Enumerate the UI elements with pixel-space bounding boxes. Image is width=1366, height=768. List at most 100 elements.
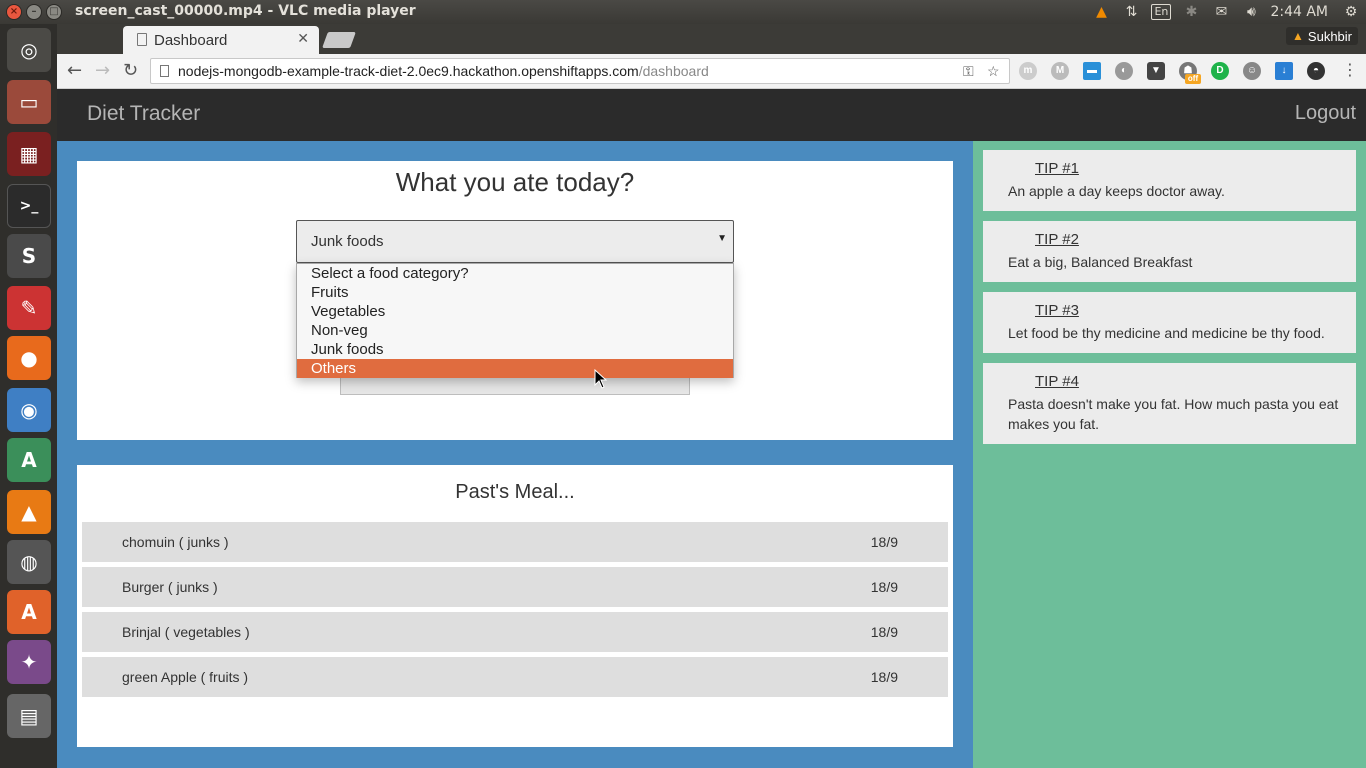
extension-green-icon[interactable]: D: [1211, 62, 1229, 80]
network-icon[interactable]: ⇅: [1116, 0, 1146, 24]
tip-title: TIP #4: [1035, 373, 1079, 390]
meal-name: green Apple ( fruits ): [122, 669, 249, 685]
github-icon[interactable]: ◓: [1307, 62, 1325, 80]
food-entry-card: What you ate today? Junk foods ▼ Select …: [77, 161, 953, 440]
bluetooth-icon[interactable]: ✱: [1176, 0, 1206, 24]
past-meals-title: Past's Meal...: [455, 481, 575, 503]
tip-card: TIP #2 Eat a big, Balanced Breakfast: [983, 221, 1356, 282]
app-brand[interactable]: Diet Tracker: [87, 102, 200, 126]
chromium-icon[interactable]: ◉: [7, 388, 51, 432]
tip-card: TIP #3 Let food be thy medicine and medi…: [983, 292, 1356, 353]
extension-off-badge: off: [1185, 74, 1201, 84]
window-maximize-button[interactable]: □: [46, 4, 62, 20]
back-button[interactable]: ←: [67, 60, 82, 81]
past-meals-card: Past's Meal... chomuin ( junks ) 18/9 Bu…: [77, 465, 953, 747]
document-viewer-icon[interactable]: ✎: [7, 286, 51, 330]
terminal-icon[interactable]: >_: [7, 184, 51, 228]
tips-sidebar: TIP #1 An apple a day keeps doctor away.…: [973, 141, 1366, 768]
mouse-cursor-icon: [594, 369, 608, 389]
web-page: Diet Tracker Logout What you ate today? …: [57, 89, 1366, 768]
tip-text: Eat a big, Balanced Breakfast: [1008, 254, 1193, 270]
meal-name: Brinjal ( vegetables ): [122, 624, 250, 640]
bookmark-star-icon[interactable]: ☆: [987, 59, 1000, 83]
meal-date: 18/9: [870, 669, 898, 685]
meal-row[interactable]: chomuin ( junks ) 18/9: [82, 522, 948, 562]
selected-category: Junk foods: [311, 233, 384, 250]
tab-close-icon[interactable]: ✕: [297, 31, 309, 47]
tip-title: TIP #3: [1035, 302, 1079, 319]
key-icon[interactable]: ⚿: [963, 59, 974, 83]
option-fruits[interactable]: Fruits: [297, 283, 733, 302]
tip-card: TIP #1 An apple a day keeps doctor away.: [983, 150, 1356, 211]
app-navbar: Diet Tracker Logout: [57, 89, 1366, 141]
tip-title: TIP #2: [1035, 231, 1079, 248]
dropdown-arrow-icon: ▼: [717, 233, 727, 244]
address-bar[interactable]: nodejs-mongodb-example-track-diet-2.0ec9…: [150, 58, 1010, 84]
extension-blue-icon[interactable]: ▬: [1083, 62, 1101, 80]
tip-text: Pasta doesn't make you fat. How much pas…: [1008, 396, 1339, 432]
option-junk-foods[interactable]: Junk foods: [297, 340, 733, 359]
meal-date: 18/9: [870, 579, 898, 595]
tip-title: TIP #1: [1035, 160, 1079, 177]
vlc-icon[interactable]: ▲: [7, 490, 51, 534]
extension-m2-icon[interactable]: M: [1051, 62, 1069, 80]
files-icon[interactable]: ▭: [7, 80, 51, 124]
tab-label: Dashboard: [154, 32, 228, 49]
meal-row[interactable]: Brinjal ( vegetables ) 18/9: [82, 612, 948, 652]
url-text: nodejs-mongodb-example-track-diet-2.0ec9…: [178, 63, 709, 79]
trash-icon[interactable]: ▤: [7, 694, 51, 738]
profile-name: Sukhbir: [1307, 28, 1352, 44]
logout-link[interactable]: Logout: [1295, 102, 1356, 125]
entry-title: What you ate today?: [395, 167, 635, 197]
meal-name: chomuin ( junks ): [122, 534, 229, 550]
meal-name: Burger ( junks ): [122, 579, 218, 595]
os-top-panel: × – □ screen_cast_00000.mp4 - VLC media …: [0, 0, 1366, 24]
download-icon[interactable]: ↓: [1275, 62, 1293, 80]
tip-card: TIP #4 Pasta doesn't make you fat. How m…: [983, 363, 1356, 444]
option-non-veg[interactable]: Non-veg: [297, 321, 733, 340]
android-studio-icon[interactable]: A: [7, 438, 51, 482]
system-settings-icon[interactable]: ✦: [7, 640, 51, 684]
food-category-select[interactable]: Junk foods ▼: [296, 220, 734, 263]
extension-globe-icon[interactable]: ◐: [1115, 62, 1133, 80]
profile-button[interactable]: ▲ Sukhbir: [1286, 27, 1358, 45]
software-center-icon[interactable]: A: [7, 590, 51, 634]
volume-icon[interactable]: 🔊︎: [1236, 0, 1266, 24]
page-info-icon[interactable]: [160, 65, 169, 77]
warning-icon: ▲: [1292, 29, 1304, 43]
meal-date: 18/9: [870, 624, 898, 640]
food-category-dropdown: Select a food category? Fruits Vegetable…: [296, 263, 734, 378]
ubuntu-dash-icon[interactable]: ◎: [7, 28, 51, 72]
gear-icon[interactable]: ⚙: [1336, 0, 1366, 24]
meal-row[interactable]: Burger ( junks ) 18/9: [82, 567, 948, 607]
firefox-icon[interactable]: ●: [7, 336, 51, 380]
tip-text: An apple a day keeps doctor away.: [1008, 183, 1225, 199]
system-tray: ▲ ⇅ En ✱ ✉ 🔊︎ 2:44 AM ⚙: [1086, 0, 1366, 24]
mail-icon[interactable]: ✉: [1206, 0, 1236, 24]
keyboard-layout-indicator[interactable]: En: [1146, 0, 1176, 24]
speaker-icon[interactable]: ◍: [7, 540, 51, 584]
extension-m1-icon[interactable]: m: [1019, 62, 1037, 80]
window-controls: × – □: [6, 4, 62, 20]
window-minimize-button[interactable]: –: [26, 4, 42, 20]
sublime-text-icon[interactable]: S: [7, 234, 51, 278]
option-others[interactable]: Others: [297, 359, 733, 378]
clock[interactable]: 2:44 AM: [1266, 4, 1336, 20]
pocket-icon[interactable]: ▼: [1147, 62, 1165, 80]
unity-launcher: ◎ ▭ ▦ >_ S ✎ ● ◉ A ▲ ◍ A ✦ ▤: [0, 24, 57, 768]
tab-dashboard[interactable]: Dashboard ✕: [123, 26, 319, 54]
extension-face-icon[interactable]: ☺: [1243, 62, 1261, 80]
option-select-category[interactable]: Select a food category?: [297, 264, 733, 283]
forward-button[interactable]: →: [95, 60, 110, 81]
vlc-tray-icon[interactable]: ▲: [1086, 0, 1116, 24]
option-vegetables[interactable]: Vegetables: [297, 302, 733, 321]
browser-toolbar: ← → ↻ nodejs-mongodb-example-track-diet-…: [57, 54, 1366, 89]
reload-button[interactable]: ↻: [123, 60, 138, 81]
window-close-button[interactable]: ×: [6, 4, 22, 20]
workspace-switcher-icon[interactable]: ▦: [7, 132, 51, 176]
window-title: screen_cast_00000.mp4 - VLC media player: [75, 3, 416, 19]
browser-menu-icon[interactable]: ⋮: [1342, 60, 1358, 79]
new-tab-button[interactable]: [322, 32, 356, 48]
browser-tab-bar: Dashboard ✕ ▲ Sukhbir: [57, 24, 1366, 54]
meal-row[interactable]: green Apple ( fruits ) 18/9: [82, 657, 948, 697]
